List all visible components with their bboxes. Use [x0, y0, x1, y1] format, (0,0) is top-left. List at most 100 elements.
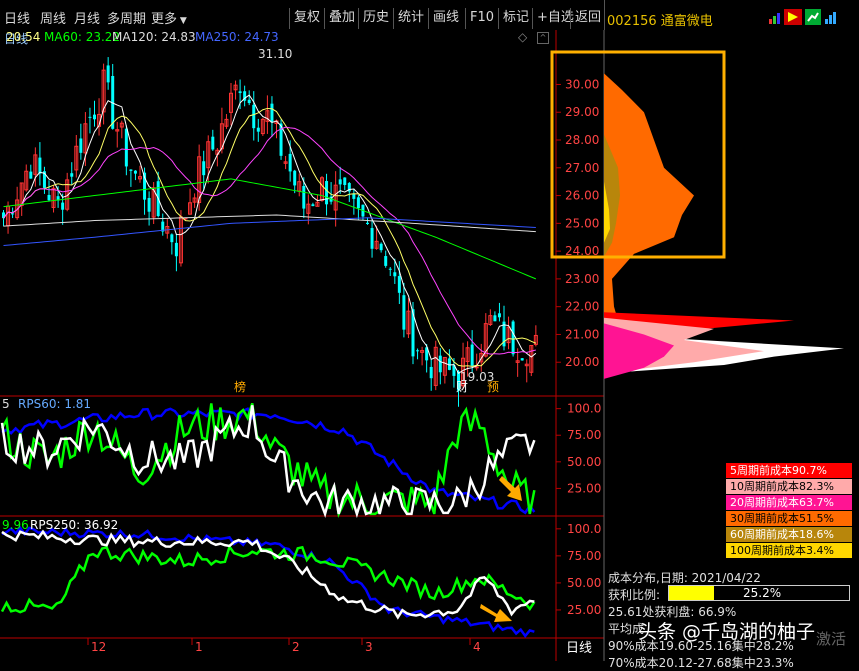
cost-legend-item: 20周期前成本63.7%: [726, 495, 852, 510]
x-axis: 12 1 2 3 4 日线: [87, 638, 592, 656]
candle-body: [302, 185, 306, 209]
main-chart: 30.0029.0028.0027.0026.0025.0024.0023.00…: [0, 30, 844, 661]
y-tick-label: 75.00: [567, 428, 601, 442]
candle-body: [133, 170, 137, 174]
y-tick-label: 25.00: [567, 603, 601, 617]
high-price-label: 31.10: [258, 47, 292, 61]
cost-legend-item: 30周期前成本51.5%: [726, 511, 852, 526]
candle-body: [366, 222, 369, 224]
candle-body: [388, 268, 392, 270]
activate-text: 激活: [816, 630, 847, 648]
ma60-line: [3, 178, 537, 280]
cost-70: 70%成本20.12-27.68集中23.3%: [608, 656, 794, 670]
candle-body: [416, 350, 420, 352]
y-tick-label: 30.00: [565, 77, 599, 91]
profit-value: 25.2%: [743, 586, 782, 600]
rps-line-green: [0, 544, 536, 614]
candle-body: [70, 173, 74, 177]
candle-body: [79, 138, 83, 153]
candle-body: [311, 204, 315, 207]
candle-body: [511, 321, 515, 355]
event-marker[interactable]: 财: [456, 380, 468, 394]
profit-bar: 25.2%: [668, 585, 850, 601]
ma20-line: [3, 126, 536, 355]
y-tick-label: 100.0: [567, 402, 601, 416]
y-tick-label: 20.00: [565, 355, 599, 369]
ma5-line: [3, 94, 537, 374]
y-tick-label: 50.00: [567, 576, 601, 590]
y-tick-label: 23.00: [565, 272, 599, 286]
candle-body: [11, 213, 15, 215]
candle-body: [147, 197, 151, 212]
candle-body: [352, 193, 356, 199]
y-tick-label: 29.00: [565, 105, 599, 119]
ma10-line: [3, 107, 537, 367]
rps250-panel: 100.0 75.00 50.00 25.00: [0, 522, 601, 638]
rps60-title: RPS60: 1.81: [18, 397, 91, 411]
candle-body: [47, 194, 51, 201]
candle-body: [493, 315, 497, 322]
x-tick-label: 4: [473, 640, 481, 654]
candle-body: [429, 366, 433, 379]
ma-lines: [3, 94, 537, 374]
candle-body: [88, 116, 92, 118]
candle-body: [61, 202, 65, 210]
cost-legend-item: 10周期前成本82.3%: [726, 479, 852, 494]
candle-body: [397, 276, 401, 293]
y-tick-label: 25.00: [565, 216, 599, 230]
y-tick-label: 26.00: [565, 189, 599, 203]
candle-body: [325, 181, 329, 205]
period-tag: 日线: [566, 641, 592, 656]
cost-date-line: 成本分布,日期: 2021/04/22: [608, 571, 761, 585]
y-tick-label: 22.00: [565, 300, 599, 314]
candlesticks: [2, 57, 538, 407]
x-tick-label: 1: [195, 640, 203, 654]
candle-body: [438, 355, 442, 373]
event-marker[interactable]: 榜: [234, 379, 246, 394]
candle-body: [402, 295, 406, 330]
candle-body: [293, 170, 297, 186]
y-tick-label: 100.0: [567, 522, 601, 536]
ma250-line: [3, 217, 536, 247]
y-tick-label: 75.00: [567, 549, 601, 563]
candle-body: [393, 272, 397, 277]
candle-body: [247, 99, 251, 104]
candle-body: [356, 197, 360, 209]
candle-body: [124, 128, 128, 167]
rps250-left-label: 9.96: [2, 518, 29, 532]
cost-legend-item: 60周期前成本18.6%: [726, 527, 852, 542]
candle-body: [238, 91, 242, 94]
candle-body: [211, 136, 215, 150]
cost-legend-item: 5周期前成本90.7%: [726, 463, 852, 478]
candle-body: [202, 161, 206, 176]
candle-body: [497, 313, 501, 318]
y-tick-label: 21.00: [565, 327, 599, 341]
candle-body: [93, 114, 96, 120]
x-tick-label: 3: [365, 640, 373, 654]
candle-body: [370, 228, 374, 249]
candle-body: [170, 234, 174, 243]
candle-body: [384, 256, 388, 266]
candle-body: [338, 179, 342, 185]
x-tick-label: 2: [292, 640, 300, 654]
candle-body: [174, 242, 178, 257]
profit-label: 获利比例:: [608, 588, 661, 602]
rps-line-white: [0, 405, 536, 519]
y-tick-label: 27.00: [565, 161, 599, 175]
candle-body: [474, 366, 479, 369]
candle-body: [256, 127, 260, 132]
rps60-left-label: 5: [2, 397, 10, 411]
candle-body: [29, 171, 33, 179]
event-marker[interactable]: 预: [487, 380, 499, 394]
rps250-title: RPS250: 36.92: [30, 518, 118, 532]
candle-body: [106, 65, 110, 83]
rps-line-blue: [1, 525, 535, 638]
y-tick-label: 50.00: [567, 455, 601, 469]
x-tick-label: 12: [91, 640, 106, 654]
cost-legend-item: 100周期前成本3.4%: [726, 543, 852, 558]
candle-body: [343, 177, 347, 185]
candle-body: [252, 104, 256, 129]
candle-body: [379, 243, 383, 251]
y-tick-label: 25.00: [567, 481, 601, 495]
watermark: 头条 @千岛湖的柚子: [638, 621, 816, 643]
